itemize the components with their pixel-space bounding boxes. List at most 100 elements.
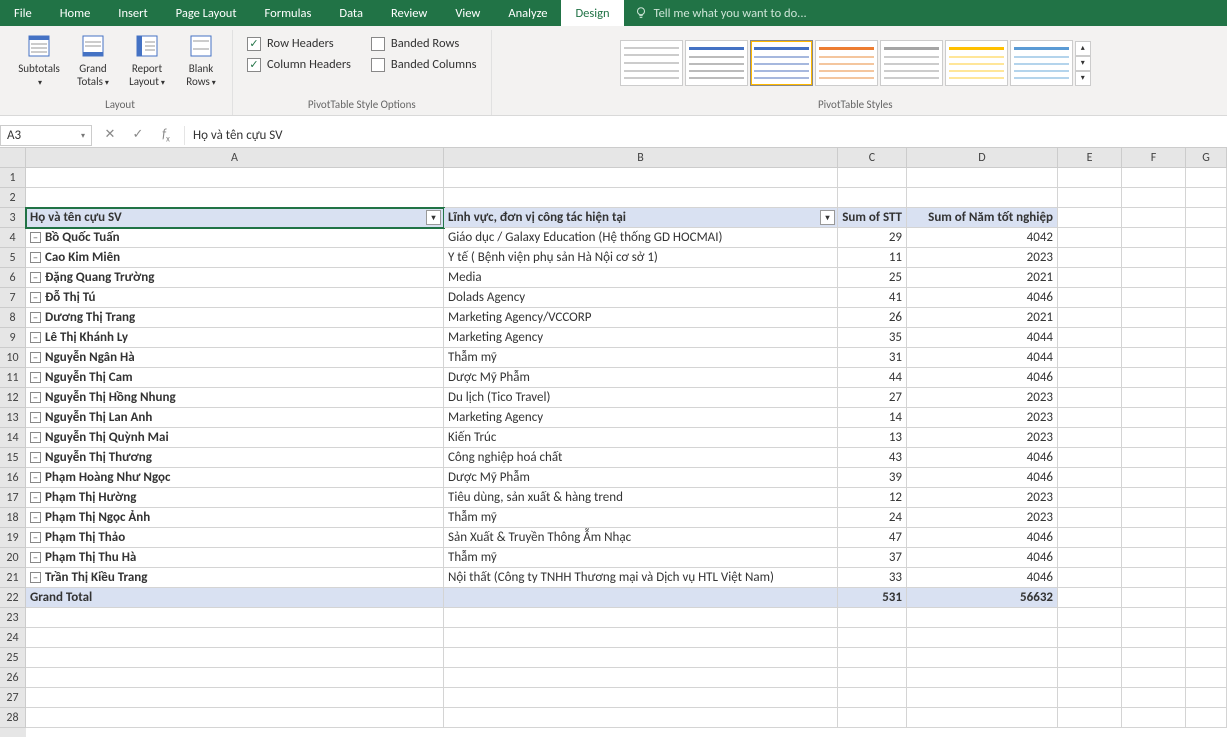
row-header[interactable]: 5 [0, 248, 26, 268]
cell[interactable] [907, 188, 1058, 208]
pivot-cell[interactable]: 11 [838, 248, 907, 268]
collapse-icon[interactable]: − [30, 512, 41, 523]
cell[interactable] [1186, 608, 1227, 628]
pivot-cell[interactable]: 2023 [907, 248, 1058, 268]
pivot-cell[interactable]: 12 [838, 488, 907, 508]
collapse-icon[interactable]: − [30, 232, 41, 243]
col-header-c[interactable]: C [838, 148, 907, 168]
row-header[interactable]: 24 [0, 628, 26, 648]
pivot-cell[interactable]: 27 [838, 388, 907, 408]
cell[interactable] [1058, 668, 1122, 688]
pivot-cell[interactable]: 44 [838, 368, 907, 388]
col-header-a[interactable]: A [26, 148, 444, 168]
cell[interactable] [1122, 428, 1186, 448]
cell[interactable] [1186, 628, 1227, 648]
cell[interactable] [26, 688, 444, 708]
select-all-corner[interactable] [0, 148, 26, 168]
cell[interactable] [1122, 208, 1186, 228]
pivot-cell[interactable]: Marketing Agency/VCCORP [444, 308, 838, 328]
cell[interactable] [1058, 528, 1122, 548]
cell[interactable] [1186, 568, 1227, 588]
pivot-cell[interactable]: 41 [838, 288, 907, 308]
cell[interactable] [1122, 668, 1186, 688]
cell[interactable] [444, 608, 838, 628]
row-header[interactable]: 18 [0, 508, 26, 528]
cell[interactable] [26, 668, 444, 688]
cell[interactable] [1186, 168, 1227, 188]
pivot-cell[interactable]: 31 [838, 348, 907, 368]
row-header[interactable]: 9 [0, 328, 26, 348]
cell[interactable] [1122, 488, 1186, 508]
cell[interactable] [1122, 688, 1186, 708]
style-thumb[interactable] [1010, 40, 1073, 86]
cell[interactable] [1122, 608, 1186, 628]
cell[interactable] [1186, 348, 1227, 368]
pivot-cell[interactable]: Y tế ( Bệnh viện phụ sản Hà Nội cơ sở 1) [444, 248, 838, 268]
cell[interactable] [1186, 428, 1227, 448]
cell[interactable] [907, 608, 1058, 628]
row-header[interactable]: 1 [0, 168, 26, 188]
cell[interactable] [838, 648, 907, 668]
pivot-cell[interactable]: Dược Mỹ Phẫm [444, 468, 838, 488]
row-header[interactable]: 8 [0, 308, 26, 328]
cell[interactable] [444, 648, 838, 668]
cell[interactable] [838, 628, 907, 648]
cell[interactable] [444, 708, 838, 728]
tab-page-layout[interactable]: Page Layout [162, 0, 251, 26]
gallery-up-button[interactable]: ▴ [1075, 41, 1091, 56]
pivot-cell[interactable]: 2023 [907, 388, 1058, 408]
cell[interactable] [26, 708, 444, 728]
collapse-icon[interactable]: − [30, 352, 41, 363]
cell[interactable] [1186, 208, 1227, 228]
cell[interactable] [838, 188, 907, 208]
cell[interactable] [1186, 268, 1227, 288]
pivot-cell[interactable]: 2023 [907, 488, 1058, 508]
cell[interactable] [1122, 708, 1186, 728]
tab-design[interactable]: Design [561, 0, 623, 26]
pivot-row-item[interactable]: −Nguyễn Thị Cam [26, 368, 444, 388]
subtotals-button[interactable]: Subtotals▾ [14, 30, 64, 91]
row-header[interactable]: 25 [0, 648, 26, 668]
blank-rows-button[interactable]: Blank Rows▾ [176, 30, 226, 91]
pivot-cell[interactable]: 35 [838, 328, 907, 348]
pivot-cell[interactable]: 2021 [907, 268, 1058, 288]
cell[interactable] [1186, 468, 1227, 488]
cell[interactable] [1122, 188, 1186, 208]
collapse-icon[interactable]: − [30, 312, 41, 323]
cell[interactable] [1186, 548, 1227, 568]
cell[interactable] [1186, 688, 1227, 708]
cell[interactable] [1058, 688, 1122, 708]
cell[interactable] [907, 668, 1058, 688]
pivot-cell[interactable]: 2021 [907, 308, 1058, 328]
tab-review[interactable]: Review [377, 0, 441, 26]
pivot-cell[interactable]: Nội thất (Công ty TNHH Thương mại và Dịc… [444, 568, 838, 588]
column-headers-checkbox[interactable]: Column Headers [247, 57, 351, 72]
cell[interactable] [1122, 228, 1186, 248]
row-header[interactable]: 23 [0, 608, 26, 628]
cell[interactable] [1122, 568, 1186, 588]
cell[interactable] [1186, 288, 1227, 308]
pivot-cell[interactable]: 4044 [907, 328, 1058, 348]
cell[interactable] [1186, 488, 1227, 508]
cancel-formula-button[interactable]: ✕ [100, 127, 120, 145]
cell[interactable] [1058, 488, 1122, 508]
pivot-row-item[interactable]: −Phạm Thị Hường [26, 488, 444, 508]
cell[interactable] [1122, 288, 1186, 308]
cell[interactable] [1058, 228, 1122, 248]
cell[interactable] [1186, 668, 1227, 688]
style-thumb[interactable] [750, 40, 813, 86]
pivot-cell[interactable]: 4042 [907, 228, 1058, 248]
pivot-row-item[interactable]: −Đặng Quang Trường [26, 268, 444, 288]
cell[interactable] [1186, 708, 1227, 728]
tab-file[interactable]: File [0, 0, 46, 26]
gallery-more-button[interactable]: ▾ [1075, 71, 1091, 86]
cell[interactable] [1186, 308, 1227, 328]
row-header[interactable]: 14 [0, 428, 26, 448]
collapse-icon[interactable]: − [30, 572, 41, 583]
row-header[interactable]: 3 [0, 208, 26, 228]
cell[interactable] [1058, 708, 1122, 728]
cell[interactable] [1122, 628, 1186, 648]
cell[interactable] [1058, 188, 1122, 208]
cell[interactable] [907, 648, 1058, 668]
cell[interactable] [1186, 588, 1227, 608]
